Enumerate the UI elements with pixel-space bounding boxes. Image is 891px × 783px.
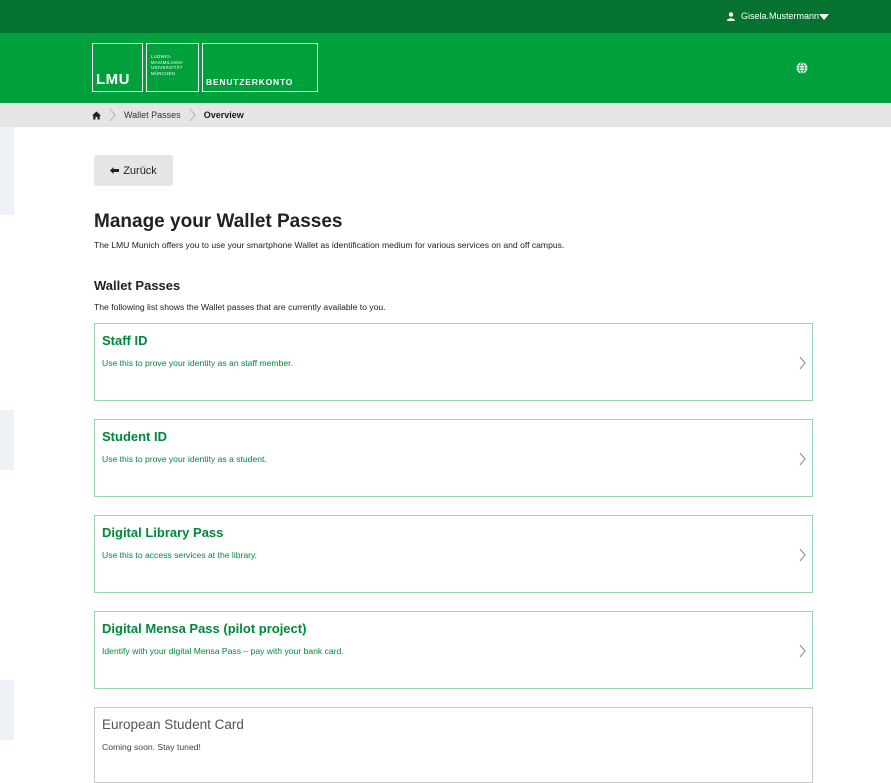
back-button[interactable]: Zurück (94, 155, 173, 186)
pass-card-digital-mensa-pass[interactable]: Digital Mensa Pass (pilot project) Ident… (94, 611, 813, 689)
back-button-label: Zurück (123, 164, 157, 177)
breadcrumb-separator-icon (109, 108, 116, 122)
pass-card-digital-library-pass[interactable]: Digital Library Pass Use this to access … (94, 515, 813, 593)
logo-app-box: BENUTZERKONTO (202, 43, 318, 92)
background-decoration (0, 410, 14, 470)
page-intro: The LMU Munich offers you to use your sm… (94, 240, 565, 250)
pass-card-title: Staff ID (102, 333, 148, 348)
user-icon (726, 11, 735, 21)
breadcrumb-item-wallet-passes[interactable]: Wallet Passes (124, 110, 181, 120)
home-icon[interactable] (92, 111, 101, 120)
pass-card-staff-id[interactable]: Staff ID Use this to prove your identity… (94, 323, 813, 401)
pass-card-title: Digital Mensa Pass (pilot project) (102, 621, 307, 636)
chevron-right-icon (799, 452, 806, 466)
site-header: LMU LUDWIG- MAXIMILIANS- UNIVERSITÄT MÜN… (0, 33, 891, 103)
chevron-right-icon (799, 548, 806, 562)
background-decoration (0, 680, 14, 740)
user-menu[interactable]: Gisela.Mustermann (726, 11, 819, 21)
logo-line: UNIVERSITÄT (151, 65, 183, 70)
breadcrumb: Wallet Passes Overview (0, 103, 891, 127)
logo-lmu-box: LMU (92, 43, 143, 92)
pass-card-description: Use this to access services at the libra… (102, 550, 258, 560)
arrow-left-icon (110, 167, 120, 174)
pass-card-description: Use this to prove your identity as an st… (102, 358, 293, 368)
breadcrumb-separator-icon (189, 108, 196, 122)
lmu-logo[interactable]: LMU LUDWIG- MAXIMILIANS- UNIVERSITÄT MÜN… (92, 43, 318, 92)
pass-card-title: European Student Card (102, 717, 244, 732)
app-name: BENUTZERKONTO (206, 77, 294, 87)
chevron-down-icon[interactable] (819, 14, 829, 20)
wallet-passes-heading: Wallet Passes (94, 278, 181, 293)
pass-card-description: Coming soon. Stay tuned! (102, 742, 201, 752)
chevron-right-icon (799, 644, 806, 658)
chevron-right-icon (799, 356, 806, 370)
logo-line: MÜNCHEN (151, 70, 176, 76)
pass-card-title: Student ID (102, 429, 167, 444)
breadcrumb-item-overview: Overview (203, 110, 244, 120)
pass-card-european-student-card: European Student Card Coming soon. Stay … (94, 707, 813, 783)
logo-lmu-text: LMU (96, 71, 130, 88)
page-title: Manage your Wallet Passes (94, 211, 343, 232)
pass-card-description: Use this to prove your identity as a stu… (102, 454, 267, 464)
globe-icon[interactable] (796, 62, 808, 74)
pass-card-description: Identify with your digital Mensa Pass – … (102, 646, 344, 656)
username: Gisela.Mustermann (740, 11, 819, 21)
wallet-passes-subtitle: The following list shows the Wallet pass… (94, 302, 386, 312)
logo-university-box: LUDWIG- MAXIMILIANS- UNIVERSITÄT MÜNCHEN (146, 43, 199, 92)
pass-card-student-id[interactable]: Student ID Use this to prove your identi… (94, 419, 813, 497)
pass-card-title: Digital Library Pass (102, 525, 224, 540)
top-bar: Gisela.Mustermann (0, 0, 891, 33)
